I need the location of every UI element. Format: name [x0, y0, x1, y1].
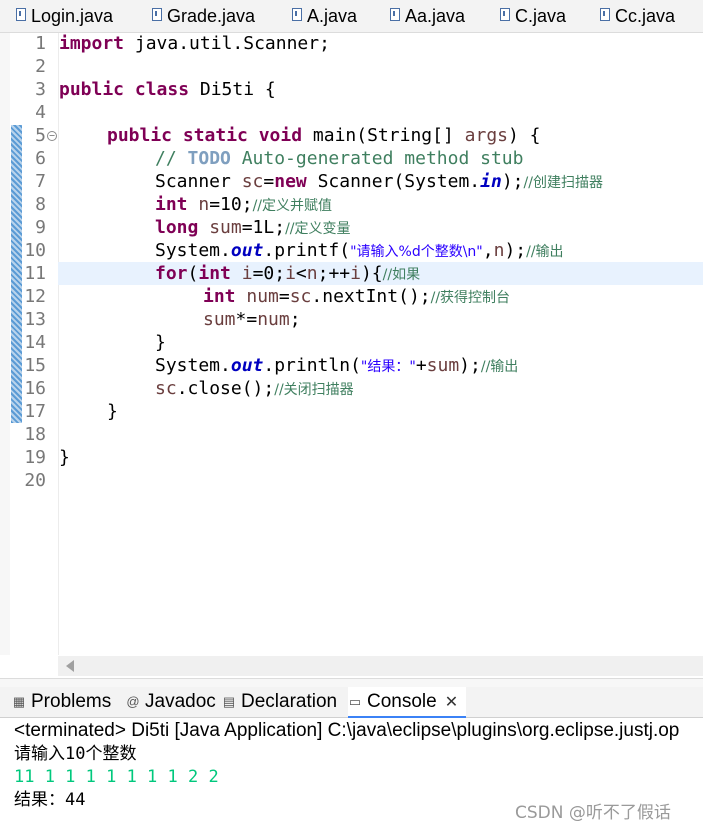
tab-label: A.java — [307, 5, 358, 26]
code-line: public class Di5ti { — [59, 79, 276, 100]
line-number: 20 — [24, 470, 46, 491]
code-editor[interactable]: 1 2 3 4 5 − 6 7 8 9 10 11 12 13 14 15 16… — [0, 33, 703, 655]
line-number: 1 — [35, 33, 46, 54]
java-file-icon — [16, 7, 26, 21]
console-output-line: 请输入10个整数 — [14, 744, 137, 764]
java-file-icon — [600, 7, 610, 21]
line-number: 11 — [24, 263, 46, 284]
tab-label: Problems — [31, 691, 112, 712]
tab-label: Cc.java — [615, 5, 676, 26]
tab-label: Javadoc — [145, 691, 216, 712]
tab-problems[interactable]: ▦ Problems — [12, 687, 111, 717]
line-number: 19 — [24, 447, 46, 468]
java-file-icon — [152, 7, 162, 21]
console-output-line: 结果：44 — [14, 790, 86, 810]
watermark: CSDN @听不了假话 — [515, 803, 671, 823]
horizontal-scrollbar[interactable] — [58, 656, 703, 676]
code-line: // TODO Auto-generated method stub — [155, 148, 524, 169]
quick-diff-marker — [11, 125, 22, 423]
code-line: import java.util.Scanner; — [59, 33, 330, 54]
tab-label: Grade.java — [167, 5, 256, 26]
code-line-current: for(int i=0;i<n;++i){//如果 — [155, 263, 421, 284]
bottom-panel-tabs: ▦ Problems @ Javadoc ▤ Declaration ▭ Console… — [0, 687, 703, 718]
line-number: 2 — [35, 56, 46, 77]
problems-icon: ▦ — [12, 694, 26, 709]
line-number: 18 — [24, 424, 46, 445]
tab-grade-java[interactable]: Grade.java — [152, 0, 255, 32]
scroll-left-arrow-icon[interactable] — [66, 660, 74, 672]
tab-c-java[interactable]: C.java — [500, 0, 566, 32]
line-number: 15 — [24, 355, 46, 376]
fold-collapse-icon[interactable]: − — [47, 131, 57, 141]
code-line: int num=sc.nextInt();//获得控制台 — [203, 286, 511, 307]
code-line: } — [59, 447, 70, 468]
console-status: <terminated> Di5ti [Java Application] C:… — [14, 720, 680, 741]
overview-ruler — [0, 33, 10, 655]
editor-tab-bar: Login.java Grade.java A.java Aa.java C.j… — [0, 0, 703, 33]
tab-label: C.java — [515, 5, 567, 26]
line-number: 9 — [35, 217, 46, 238]
close-icon[interactable]: ✕ — [445, 692, 458, 712]
line-number: 7 — [35, 171, 46, 192]
line-number: 13 — [24, 309, 46, 330]
line-number: 4 — [35, 102, 46, 123]
code-line: System.out.printf("请输入%d个整数\n",n);//输出 — [155, 240, 564, 261]
line-number: 5 — [35, 125, 46, 146]
javadoc-icon: @ — [126, 694, 140, 709]
tab-declaration[interactable]: ▤ Declaration — [222, 687, 337, 717]
code-line: } — [155, 332, 166, 353]
console-input-line: 11 1 1 1 1 1 1 1 2 2 — [14, 767, 219, 787]
code-line: Scanner sc=new Scanner(System.in);//创建扫描… — [155, 171, 603, 192]
tab-label: Declaration — [241, 691, 338, 712]
tab-login-java[interactable]: Login.java — [16, 0, 113, 32]
line-number: 14 — [24, 332, 46, 353]
line-number: 17 — [24, 401, 46, 422]
code-line: sum*=num; — [203, 309, 301, 330]
panel-separator[interactable] — [0, 678, 703, 687]
code-line: sc.close();//关闭扫描器 — [155, 378, 354, 399]
line-number: 8 — [35, 194, 46, 215]
tab-label: Login.java — [31, 5, 114, 26]
tab-aa-java[interactable]: Aa.java — [390, 0, 465, 32]
line-number: 12 — [24, 286, 46, 307]
tab-a-java[interactable]: A.java — [292, 0, 357, 32]
scrollbar-thumb[interactable] — [83, 662, 683, 670]
tab-label: Console — [367, 690, 437, 712]
java-file-icon — [390, 7, 400, 21]
code-line: long sum=1L;//定义变量 — [155, 217, 351, 238]
code-line: System.out.println("结果："+sum);//输出 — [155, 355, 519, 376]
line-number: 6 — [35, 148, 46, 169]
line-number: 10 — [24, 240, 46, 261]
code-line: public static void main(String[] args) { — [107, 125, 541, 146]
tab-javadoc[interactable]: @ Javadoc — [126, 687, 216, 717]
code-line: int n=10;//定义并赋值 — [155, 194, 332, 215]
declaration-icon: ▤ — [222, 694, 236, 709]
java-file-icon — [292, 7, 302, 21]
java-file-icon — [500, 7, 510, 21]
line-number: 16 — [24, 378, 46, 399]
code-line: } — [107, 401, 118, 422]
line-number: 3 — [35, 79, 46, 100]
tab-cc-java[interactable]: Cc.java — [600, 0, 675, 32]
tab-label: Aa.java — [405, 5, 466, 26]
console-icon: ▭ — [348, 693, 362, 709]
tab-console[interactable]: ▭ Console ✕ — [348, 687, 467, 718]
